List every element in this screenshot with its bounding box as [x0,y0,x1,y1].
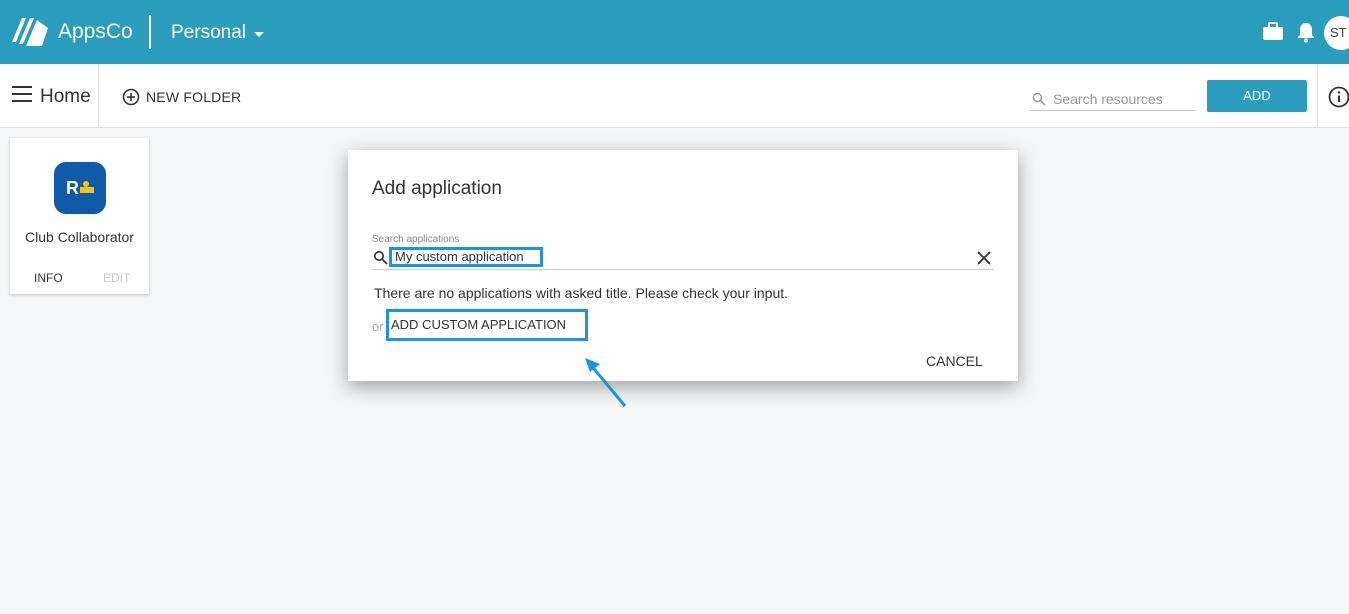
app-icon[interactable]: R [54,162,106,214]
app-logo-shape-icon [80,181,94,193]
annotation-arrow-icon [585,358,627,407]
info-icon[interactable] [1328,86,1349,108]
search-applications-label: Search applications [372,234,460,245]
menu-icon[interactable] [12,86,32,102]
brand-divider [149,15,151,49]
or-label: or [372,319,384,334]
no-results-message: There are no applications with asked tit… [374,285,789,301]
add-application-dialog: Add application Search applications My c… [348,150,1018,381]
add-circle-icon [122,88,140,106]
workspace-selector[interactable]: Personal [171,22,264,44]
appsco-logo-icon[interactable] [10,16,50,48]
workspace-label: Personal [171,22,246,43]
close-icon[interactable] [976,250,992,266]
search-icon [374,251,388,265]
new-folder-label: NEW FOLDER [146,89,242,105]
application-card[interactable]: R Club Collaborator INFO EDIT [10,138,149,294]
page-toolbar: Home NEW FOLDER Search resources ADD [0,64,1349,128]
edit-link[interactable]: EDIT [103,271,130,285]
brand-name: AppsCo [58,20,133,43]
caret-down-icon [254,32,264,37]
new-folder-button[interactable]: NEW FOLDER [122,88,241,106]
input-underline [372,269,994,270]
bell-icon[interactable] [1294,20,1318,44]
search-placeholder: Search resources [1053,91,1163,107]
top-app-bar: AppsCo Personal ST [0,0,1349,64]
app-icon-letter: R [66,178,79,198]
toolbar-divider [98,64,99,128]
info-link[interactable]: INFO [34,271,63,285]
dialog-title: Add application [372,178,502,199]
search-resources-input[interactable]: Search resources [1030,88,1196,111]
toolbar-divider-right [1317,64,1318,128]
search-icon [1032,92,1046,106]
app-name: Club Collaborator [25,229,134,245]
cancel-button[interactable]: CANCEL [926,353,983,369]
user-avatar[interactable]: ST [1324,16,1349,50]
search-applications-input[interactable]: My custom application [389,247,543,267]
add-button[interactable]: ADD [1207,80,1307,112]
add-custom-application-button[interactable]: ADD CUSTOM APPLICATION [386,309,588,341]
briefcase-icon[interactable] [1261,20,1285,44]
page-title: Home [40,86,91,107]
